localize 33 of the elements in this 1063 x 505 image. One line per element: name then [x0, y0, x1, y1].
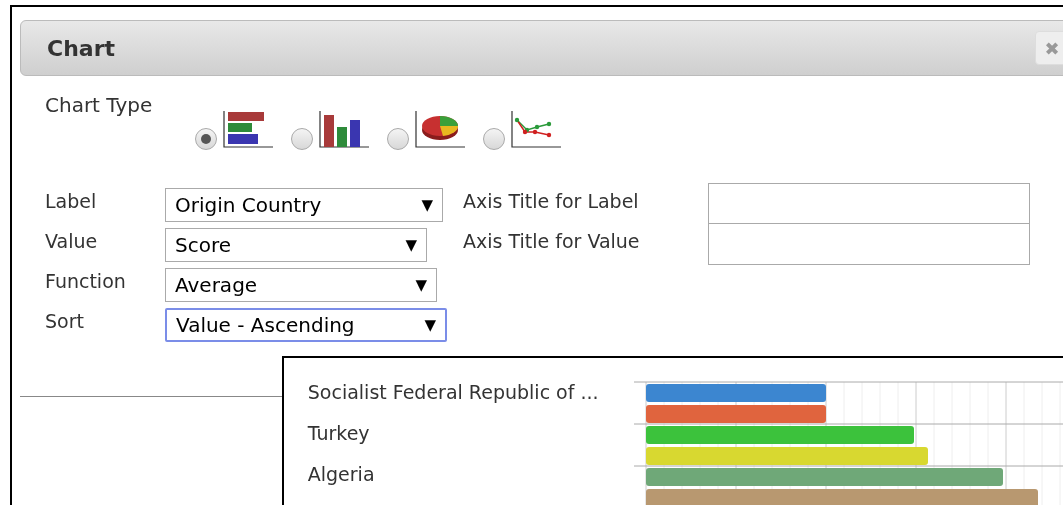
dropdown-value: Origin Country [175, 192, 322, 219]
field-label: Axis Title for Label [463, 188, 640, 214]
chart-type-label: Chart Type [45, 92, 154, 119]
field-label: Value [45, 228, 99, 254]
dropdown[interactable]: Score ▼ [165, 228, 427, 262]
field-label: Sort [45, 308, 85, 334]
dropdown-value: Score [175, 232, 231, 259]
column-chart-icon [319, 110, 371, 148]
field-label: Function [45, 268, 127, 294]
bar-chart-icon [223, 110, 275, 148]
dropdown-arrow: ▼ [421, 194, 433, 216]
category-label: Algeria [307, 462, 376, 487]
dropdown[interactable]: Origin Country ▼ [165, 188, 443, 222]
dialog-title: Chart [47, 34, 116, 63]
dropdown-value: Value - Ascending [176, 312, 355, 339]
radio-button[interactable] [387, 128, 409, 150]
input-field[interactable] [708, 223, 1030, 265]
field-label: Label [45, 188, 98, 214]
radio-button[interactable] [291, 128, 313, 150]
category-label: Socialist Federal Republic of ... [307, 380, 600, 405]
field-label: Axis Title for Value [463, 228, 641, 254]
dropdown-value: Average [175, 272, 258, 299]
category-label: Turkey [307, 421, 371, 446]
dropdown-arrow: ▼ [424, 314, 436, 336]
dropdown-arrow: ▼ [415, 274, 427, 296]
radio-button[interactable] [195, 128, 217, 150]
dropdown[interactable]: Average ▼ [165, 268, 437, 302]
dropdown[interactable]: Value - Ascending ▼ [165, 308, 447, 342]
dropdown-arrow: ▼ [405, 234, 417, 256]
input-field[interactable] [708, 183, 1030, 225]
radio-button[interactable] [483, 128, 505, 150]
line-chart-icon [511, 110, 563, 148]
pie-chart-icon [415, 110, 467, 148]
